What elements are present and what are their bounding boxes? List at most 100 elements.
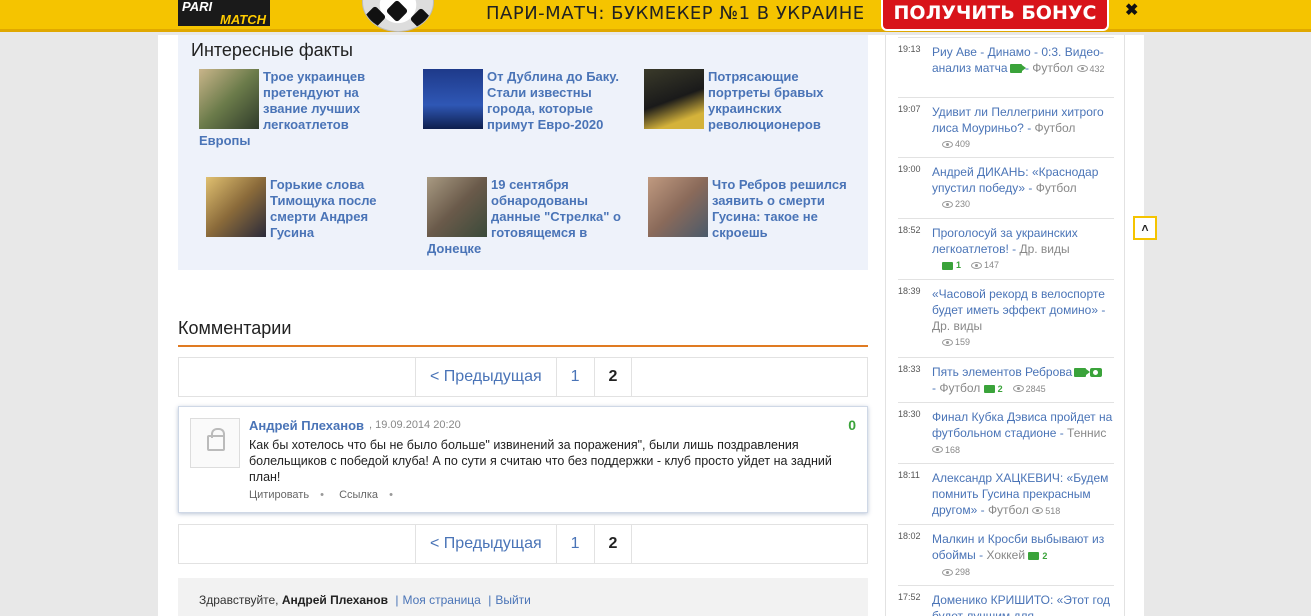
page-content: Интересные факты Трое украинцев претенду… — [158, 35, 1144, 616]
news-category[interactable]: Футбол — [988, 503, 1029, 517]
news-sidebar: 19:13 Риу Аве - Динамо - 0:3. Видео-анал… — [885, 35, 1125, 616]
greeting-text: Здравствуйте, — [199, 593, 282, 607]
user-name: Андрей Плеханов — [281, 593, 389, 607]
news-meta: 230 — [942, 196, 1118, 212]
fact-link[interactable]: Горькие слова Тимощука после смерти Андр… — [270, 177, 377, 240]
news-title[interactable]: Удивит ли Пеллегрини хитрого лиса Моурин… — [932, 105, 1104, 135]
pager-page-2-current: 2 — [595, 524, 633, 564]
fact-thumbnail[interactable] — [427, 177, 487, 237]
news-category[interactable]: Др. виды — [1019, 242, 1069, 256]
views-icon — [942, 569, 953, 577]
fact-item[interactable]: Трое украинцев претендуют на звание лучш… — [199, 69, 399, 149]
scroll-to-top-button[interactable]: ˄ — [1133, 216, 1157, 240]
permalink-link[interactable]: Ссылка — [339, 489, 378, 501]
news-time: 18:30 — [898, 409, 921, 419]
pager-prev-link[interactable]: < Предыдущая — [416, 357, 557, 397]
fact-thumbnail[interactable] — [199, 69, 259, 129]
news-title[interactable]: Доменико КРИШИТО: «Этот год будет лучшим… — [932, 593, 1110, 616]
comment-author[interactable]: Андрей Плеханов — [249, 418, 364, 433]
logo-text-2: MATCH — [220, 12, 266, 27]
separator: | — [395, 593, 399, 607]
news-category[interactable]: Футбол — [1035, 121, 1076, 135]
pager-page-2-current: 2 — [595, 357, 633, 397]
fact-thumbnail[interactable] — [648, 177, 708, 237]
video-icon — [1009, 64, 1026, 74]
fact-link[interactable]: Потрясающие портреты бравых украинских р… — [708, 69, 824, 132]
news-category[interactable]: Футбол — [1036, 181, 1077, 195]
fact-item[interactable]: От Дублина до Баку. Стали известны город… — [423, 69, 628, 133]
separator-dot: • — [389, 489, 393, 501]
views-icon — [971, 262, 983, 270]
news-title[interactable]: Пять элементов Реброва — [932, 365, 1072, 379]
fact-item[interactable]: Что Ребров решился заявить о смерти Гуси… — [648, 177, 858, 241]
comments-count[interactable]: 2 — [1042, 551, 1047, 561]
avatar[interactable] — [190, 418, 240, 468]
news-item[interactable]: 18:11 Александр ХАЦКЕВИЧ: «Будем помнить… — [898, 463, 1114, 524]
news-item[interactable]: 18:30 Финал Кубка Дэвиса пройдет на футб… — [898, 402, 1114, 463]
news-item[interactable]: 19:13 Риу Аве - Динамо - 0:3. Видео-анал… — [898, 37, 1114, 97]
pager-page-1[interactable]: 1 — [557, 357, 595, 397]
pager-links: < Предыдущая 1 2 — [415, 524, 633, 564]
separator: | — [488, 593, 492, 607]
fact-thumbnail[interactable] — [206, 177, 266, 237]
views-icon — [942, 141, 953, 149]
fact-link[interactable]: Что Ребров решился заявить о смерти Гуси… — [712, 177, 847, 240]
news-time: 19:00 — [898, 164, 921, 174]
comments-title: Комментарии — [178, 318, 868, 347]
news-category[interactable]: Теннис — [1067, 426, 1106, 440]
news-item[interactable]: 19:00 Андрей ДИКАНЬ: «Краснодар упустил … — [898, 157, 1114, 218]
top-ad-banner[interactable]: PARI MATCH ПАРИ-МАТЧ: БУКМЕКЕР №1 В УКРА… — [0, 0, 1311, 32]
views-count: 168 — [945, 445, 961, 455]
news-item[interactable]: 18:39 «Часовой рекорд в велоспорте будет… — [898, 279, 1114, 357]
views-icon — [1076, 65, 1088, 73]
my-page-link[interactable]: Моя страница — [402, 593, 480, 607]
comments-count[interactable]: 2 — [998, 384, 1003, 394]
pager-page-1[interactable]: 1 — [557, 524, 595, 564]
comment-card: Андрей Плеханов , 19.09.2014 20:20 0 Как… — [178, 406, 868, 513]
fact-item[interactable]: Потрясающие портреты бравых украинских р… — [644, 69, 854, 133]
views-icon — [942, 339, 953, 347]
news-category[interactable]: Хоккей — [986, 548, 1025, 562]
news-time: 18:52 — [898, 225, 921, 235]
views-count: 159 — [955, 337, 971, 347]
news-item[interactable]: 18:52 Проголосуй за украинских легкоатле… — [898, 218, 1114, 279]
comments-pagination: < Предыдущая 1 2 — [178, 357, 868, 397]
news-category[interactable]: Др. виды — [932, 319, 982, 333]
close-banner-icon[interactable]: ✖ — [1125, 0, 1138, 20]
logo-text-1: PARI — [182, 0, 213, 14]
news-time: 18:11 — [898, 470, 920, 480]
views-icon — [1012, 385, 1024, 393]
separator-dot: • — [320, 489, 324, 501]
fact-item[interactable]: Горькие слова Тимощука после смерти Андр… — [206, 177, 396, 241]
fact-link[interactable]: От Дублина до Баку. Стали известны город… — [487, 69, 619, 132]
views-count: 518 — [1045, 506, 1061, 516]
views-count: 432 — [1089, 64, 1105, 74]
interesting-facts-block: Интересные факты Трое украинцев претенду… — [178, 35, 868, 270]
quote-link[interactable]: Цитировать — [249, 489, 309, 501]
comments-count[interactable]: 1 — [956, 260, 961, 270]
fact-thumbnail[interactable] — [644, 69, 704, 129]
news-title[interactable]: «Часовой рекорд в велоспорте будет иметь… — [932, 287, 1105, 317]
news-item[interactable]: 18:33 Пять элементов Реброва - Футбол 22… — [898, 357, 1114, 402]
fact-item[interactable]: 19 сентября обнародованы данные "Стрелка… — [427, 177, 627, 257]
news-meta: 409 — [942, 136, 1118, 152]
fact-thumbnail[interactable] — [423, 69, 483, 129]
news-category[interactable]: Футбол — [1032, 61, 1073, 75]
news-category[interactable]: Футбол — [939, 381, 980, 395]
news-meta: 298 — [942, 564, 1118, 580]
news-item[interactable]: 19:07 Удивит ли Пеллегрини хитрого лиса … — [898, 97, 1114, 157]
comment-date: , 19.09.2014 20:20 — [369, 419, 461, 431]
news-item[interactable]: 17:52 Доменико КРИШИТО: «Этот год будет … — [898, 585, 1114, 616]
views-icon — [932, 446, 943, 454]
default-avatar-icon — [207, 428, 225, 451]
comment-actions: Цитировать • Ссылка • — [249, 489, 405, 501]
logout-link[interactable]: Выйти — [495, 593, 531, 607]
parimatch-logo: PARI MATCH — [178, 0, 270, 26]
news-item[interactable]: 18:02 Малкин и Кросби выбывают из обоймы… — [898, 524, 1114, 585]
pager-prev-link[interactable]: < Предыдущая — [416, 524, 557, 564]
views-icon — [942, 201, 953, 209]
get-bonus-button[interactable]: ПОЛУЧИТЬ БОНУС — [881, 0, 1109, 31]
pager-links: < Предыдущая 1 2 — [415, 357, 633, 397]
comment-rating[interactable]: 0 — [848, 417, 856, 433]
news-time: 19:07 — [898, 104, 921, 114]
